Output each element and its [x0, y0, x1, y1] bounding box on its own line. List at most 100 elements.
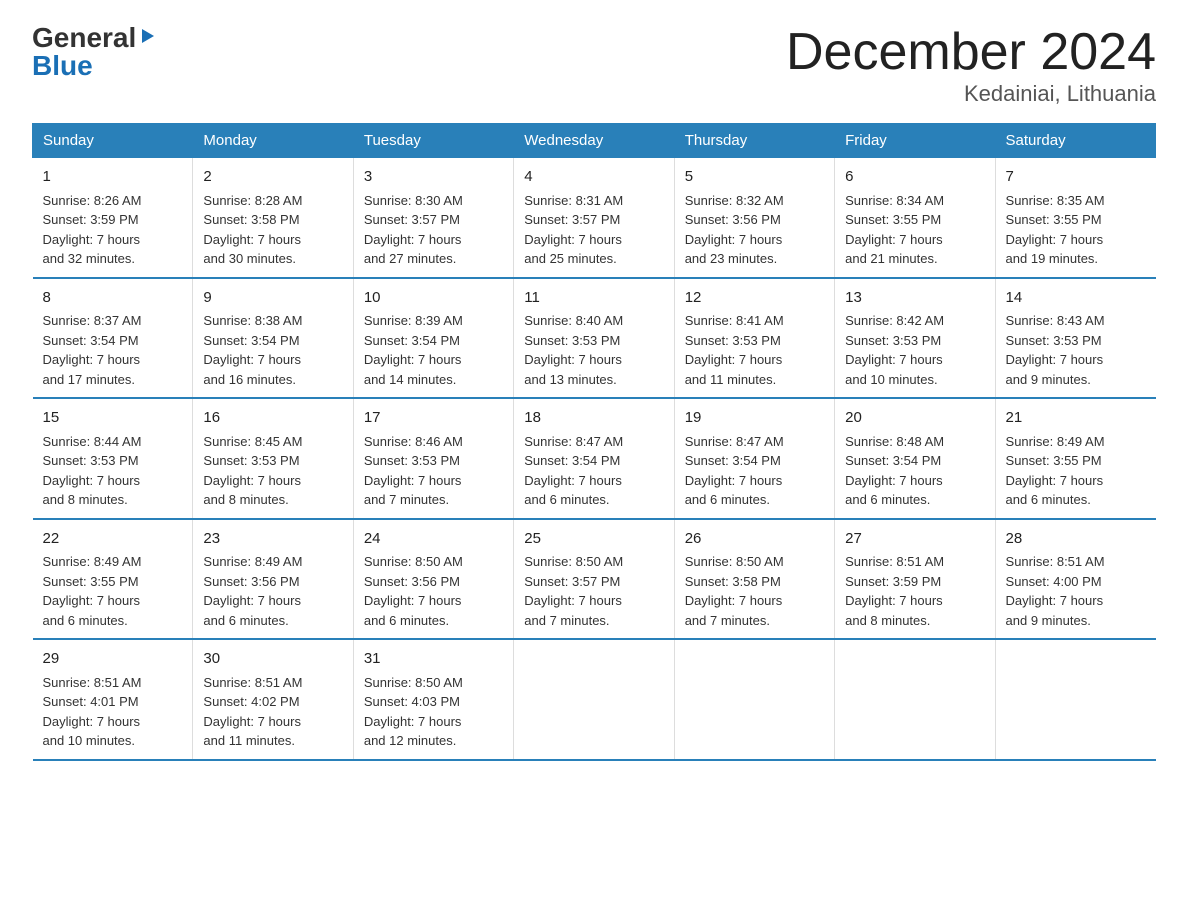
- day-number: 19: [685, 407, 824, 430]
- day-number: 10: [364, 287, 503, 310]
- day-minutes: and 10 minutes.: [845, 372, 938, 387]
- day-sunset: Sunset: 3:58 PM: [685, 574, 781, 589]
- day-sunrise: Sunrise: 8:32 AM: [685, 193, 784, 208]
- day-number: 8: [43, 287, 183, 310]
- day-sunset: Sunset: 3:53 PM: [43, 453, 139, 468]
- calendar-cell: 19 Sunrise: 8:47 AM Sunset: 3:54 PM Dayl…: [674, 398, 834, 519]
- calendar-location: Kedainiai, Lithuania: [786, 81, 1156, 107]
- day-sunrise: Sunrise: 8:46 AM: [364, 434, 463, 449]
- day-minutes: and 25 minutes.: [524, 251, 617, 266]
- calendar-cell: 23 Sunrise: 8:49 AM Sunset: 3:56 PM Dayl…: [193, 519, 353, 640]
- calendar-week-4: 22 Sunrise: 8:49 AM Sunset: 3:55 PM Dayl…: [33, 519, 1156, 640]
- day-sunset: Sunset: 3:56 PM: [203, 574, 299, 589]
- day-number: 24: [364, 528, 503, 551]
- calendar-cell: [514, 639, 674, 760]
- calendar-week-1: 1 Sunrise: 8:26 AM Sunset: 3:59 PM Dayli…: [33, 158, 1156, 278]
- day-sunrise: Sunrise: 8:51 AM: [43, 675, 142, 690]
- day-minutes: and 6 minutes.: [203, 613, 288, 628]
- day-minutes: and 6 minutes.: [364, 613, 449, 628]
- day-number: 13: [845, 287, 984, 310]
- day-minutes: and 27 minutes.: [364, 251, 457, 266]
- day-daylight: Daylight: 7 hours: [845, 232, 943, 247]
- day-daylight: Daylight: 7 hours: [845, 352, 943, 367]
- calendar-cell: 8 Sunrise: 8:37 AM Sunset: 3:54 PM Dayli…: [33, 278, 193, 399]
- day-daylight: Daylight: 7 hours: [43, 232, 141, 247]
- day-sunset: Sunset: 3:55 PM: [1006, 212, 1102, 227]
- day-number: 16: [203, 407, 342, 430]
- day-sunrise: Sunrise: 8:43 AM: [1006, 313, 1105, 328]
- day-sunset: Sunset: 3:53 PM: [1006, 333, 1102, 348]
- calendar-cell: 21 Sunrise: 8:49 AM Sunset: 3:55 PM Dayl…: [995, 398, 1155, 519]
- day-number: 30: [203, 648, 342, 671]
- day-number: 2: [203, 166, 342, 189]
- day-minutes: and 6 minutes.: [524, 492, 609, 507]
- day-daylight: Daylight: 7 hours: [203, 593, 301, 608]
- day-daylight: Daylight: 7 hours: [845, 593, 943, 608]
- day-sunset: Sunset: 3:55 PM: [1006, 453, 1102, 468]
- calendar-cell: 28 Sunrise: 8:51 AM Sunset: 4:00 PM Dayl…: [995, 519, 1155, 640]
- day-sunrise: Sunrise: 8:45 AM: [203, 434, 302, 449]
- title-block: December 2024 Kedainiai, Lithuania: [786, 24, 1156, 107]
- calendar-cell: 27 Sunrise: 8:51 AM Sunset: 3:59 PM Dayl…: [835, 519, 995, 640]
- day-sunset: Sunset: 3:53 PM: [364, 453, 460, 468]
- day-minutes: and 30 minutes.: [203, 251, 296, 266]
- calendar-title: December 2024: [786, 24, 1156, 81]
- day-daylight: Daylight: 7 hours: [1006, 593, 1104, 608]
- day-sunset: Sunset: 4:00 PM: [1006, 574, 1102, 589]
- day-daylight: Daylight: 7 hours: [524, 593, 622, 608]
- calendar-cell: 1 Sunrise: 8:26 AM Sunset: 3:59 PM Dayli…: [33, 158, 193, 278]
- calendar-cell: 22 Sunrise: 8:49 AM Sunset: 3:55 PM Dayl…: [33, 519, 193, 640]
- day-daylight: Daylight: 7 hours: [524, 232, 622, 247]
- day-sunrise: Sunrise: 8:51 AM: [203, 675, 302, 690]
- calendar-cell: 29 Sunrise: 8:51 AM Sunset: 4:01 PM Dayl…: [33, 639, 193, 760]
- day-sunset: Sunset: 4:02 PM: [203, 694, 299, 709]
- day-number: 1: [43, 166, 183, 189]
- day-sunrise: Sunrise: 8:30 AM: [364, 193, 463, 208]
- day-number: 20: [845, 407, 984, 430]
- day-minutes: and 12 minutes.: [364, 733, 457, 748]
- day-sunset: Sunset: 3:53 PM: [845, 333, 941, 348]
- day-daylight: Daylight: 7 hours: [685, 593, 783, 608]
- calendar-cell: [835, 639, 995, 760]
- day-daylight: Daylight: 7 hours: [203, 714, 301, 729]
- day-number: 15: [43, 407, 183, 430]
- day-sunrise: Sunrise: 8:51 AM: [1006, 554, 1105, 569]
- day-daylight: Daylight: 7 hours: [364, 593, 462, 608]
- day-sunset: Sunset: 3:58 PM: [203, 212, 299, 227]
- day-minutes: and 11 minutes.: [685, 372, 777, 387]
- day-minutes: and 9 minutes.: [1006, 613, 1091, 628]
- day-number: 31: [364, 648, 503, 671]
- day-sunset: Sunset: 3:54 PM: [43, 333, 139, 348]
- day-daylight: Daylight: 7 hours: [524, 352, 622, 367]
- calendar-cell: 5 Sunrise: 8:32 AM Sunset: 3:56 PM Dayli…: [674, 158, 834, 278]
- header-thursday: Thursday: [674, 124, 834, 158]
- day-sunrise: Sunrise: 8:39 AM: [364, 313, 463, 328]
- calendar-cell: 15 Sunrise: 8:44 AM Sunset: 3:53 PM Dayl…: [33, 398, 193, 519]
- calendar-header-row: Sunday Monday Tuesday Wednesday Thursday…: [33, 124, 1156, 158]
- day-sunset: Sunset: 3:53 PM: [203, 453, 299, 468]
- day-number: 9: [203, 287, 342, 310]
- day-sunset: Sunset: 3:53 PM: [685, 333, 781, 348]
- day-sunset: Sunset: 3:56 PM: [364, 574, 460, 589]
- day-sunset: Sunset: 3:54 PM: [364, 333, 460, 348]
- day-sunrise: Sunrise: 8:50 AM: [364, 675, 463, 690]
- calendar-week-2: 8 Sunrise: 8:37 AM Sunset: 3:54 PM Dayli…: [33, 278, 1156, 399]
- day-daylight: Daylight: 7 hours: [685, 232, 783, 247]
- day-minutes: and 6 minutes.: [43, 613, 128, 628]
- day-sunrise: Sunrise: 8:50 AM: [524, 554, 623, 569]
- calendar-cell: 24 Sunrise: 8:50 AM Sunset: 3:56 PM Dayl…: [353, 519, 513, 640]
- calendar-week-5: 29 Sunrise: 8:51 AM Sunset: 4:01 PM Dayl…: [33, 639, 1156, 760]
- day-daylight: Daylight: 7 hours: [1006, 473, 1104, 488]
- day-number: 29: [43, 648, 183, 671]
- calendar-cell: 9 Sunrise: 8:38 AM Sunset: 3:54 PM Dayli…: [193, 278, 353, 399]
- calendar-cell: [674, 639, 834, 760]
- day-sunset: Sunset: 4:01 PM: [43, 694, 139, 709]
- header-saturday: Saturday: [995, 124, 1155, 158]
- day-minutes: and 11 minutes.: [203, 733, 295, 748]
- day-daylight: Daylight: 7 hours: [364, 714, 462, 729]
- day-sunset: Sunset: 3:57 PM: [524, 212, 620, 227]
- day-minutes: and 16 minutes.: [203, 372, 296, 387]
- calendar-cell: 25 Sunrise: 8:50 AM Sunset: 3:57 PM Dayl…: [514, 519, 674, 640]
- day-minutes: and 23 minutes.: [685, 251, 778, 266]
- calendar-cell: 6 Sunrise: 8:34 AM Sunset: 3:55 PM Dayli…: [835, 158, 995, 278]
